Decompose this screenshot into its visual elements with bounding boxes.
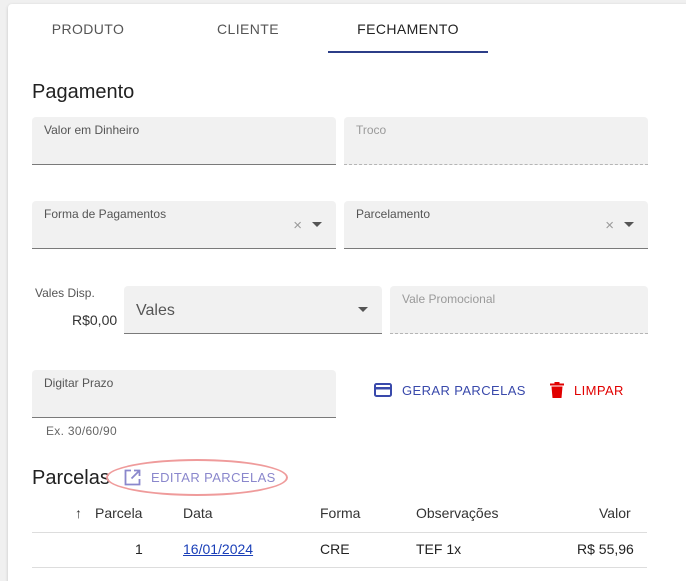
cell-valor: R$ 55,96 (577, 541, 634, 557)
digitar-prazo-field[interactable]: Digitar Prazo (32, 370, 336, 418)
pagamento-title: Pagamento (32, 81, 135, 103)
tab-fechamento[interactable]: FECHAMENTO (328, 4, 488, 53)
tab-cliente[interactable]: CLIENTE (168, 4, 328, 53)
limpar-button[interactable]: LIMPAR (550, 380, 624, 400)
col-parcela-header[interactable]: Parcela (95, 505, 142, 521)
chevron-down-icon[interactable] (624, 222, 634, 227)
parcelas-title: Parcelas (32, 467, 110, 489)
editar-parcelas-button[interactable]: EDITAR PARCELAS (124, 467, 276, 487)
active-tab-indicator (328, 51, 488, 53)
col-observacoes-header[interactable]: Observações (416, 505, 498, 521)
arrow-up-icon[interactable]: ↑ (75, 505, 82, 521)
table-row-divider (32, 567, 647, 568)
clear-icon[interactable]: × (293, 217, 302, 234)
cell-parcela: 1 (135, 541, 143, 557)
digitar-prazo-hint: Ex. 30/60/90 (46, 424, 117, 438)
vales-disp-label: Vales Disp. (35, 286, 95, 300)
vales-disp-value: R$0,00 (72, 312, 118, 328)
parcelamento-label: Parcelamento (356, 207, 431, 221)
chevron-down-icon[interactable] (312, 222, 322, 227)
date-link[interactable]: 16/01/2024 (183, 541, 253, 557)
col-valor-header[interactable]: Valor (599, 505, 631, 521)
cell-observacoes: TEF 1x (416, 541, 462, 557)
tab-produto[interactable]: PRODUTO (8, 4, 168, 53)
valor-dinheiro-label: Valor em Dinheiro (44, 123, 140, 137)
valor-dinheiro-field[interactable]: Valor em Dinheiro (32, 117, 336, 165)
col-data-header[interactable]: Data (183, 505, 213, 521)
gerar-parcelas-label: GERAR PARCELAS (402, 382, 526, 398)
open-in-new-icon (124, 469, 141, 485)
troco-field: Troco (344, 117, 648, 165)
cell-forma: CRE (320, 541, 350, 557)
forma-pagamentos-select[interactable]: Forma de Pagamentos × (32, 201, 336, 249)
vales-select[interactable]: Vales (124, 286, 382, 334)
chevron-down-icon[interactable] (358, 307, 368, 312)
col-forma-header[interactable]: Forma (320, 505, 360, 521)
vales-select-value: Vales (136, 302, 175, 319)
digitar-prazo-label: Digitar Prazo (44, 376, 114, 390)
forma-pagamentos-label: Forma de Pagamentos (44, 207, 167, 221)
limpar-label: LIMPAR (574, 382, 624, 398)
clear-icon[interactable]: × (605, 217, 614, 234)
table-header-divider (32, 532, 647, 533)
credit-card-icon (374, 383, 392, 397)
vale-promocional-label: Vale Promocional (402, 292, 496, 306)
vale-promocional-field: Vale Promocional (390, 286, 648, 334)
trash-icon (550, 382, 564, 398)
troco-label: Troco (356, 123, 387, 137)
editar-parcelas-label: EDITAR PARCELAS (151, 469, 276, 485)
cell-data[interactable]: 16/01/2024 (183, 541, 253, 557)
gerar-parcelas-button[interactable]: GERAR PARCELAS (374, 380, 526, 400)
parcelamento-select[interactable]: Parcelamento × (344, 201, 648, 249)
checkout-card: PRODUTO CLIENTE FECHAMENTO Pagamento Val… (8, 4, 686, 581)
